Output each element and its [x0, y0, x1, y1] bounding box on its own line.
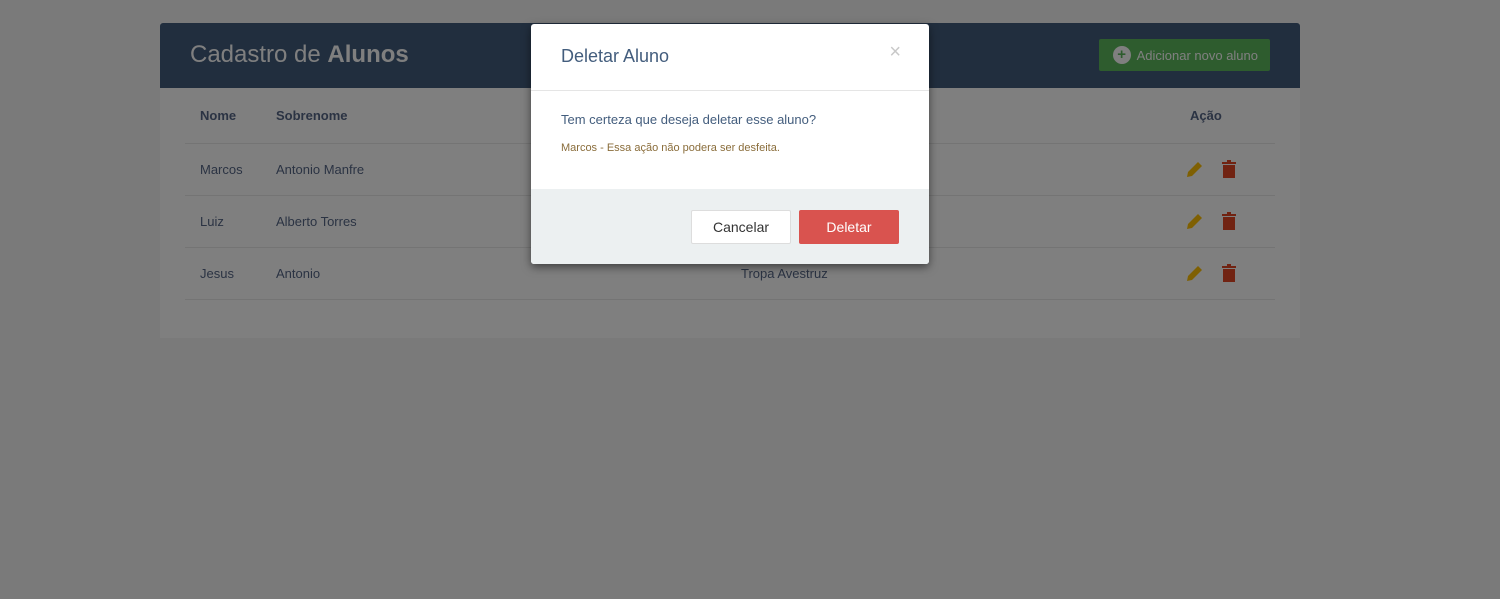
delete-button[interactable]: Deletar [799, 210, 899, 244]
close-icon[interactable]: × [889, 42, 901, 62]
modal-question: Tem certeza que deseja deletar esse alun… [561, 112, 817, 127]
modal-body: Tem certeza que deseja deletar esse alun… [531, 91, 929, 189]
cancel-button[interactable]: Cancelar [691, 210, 791, 244]
modal-title: Deletar Aluno [561, 46, 670, 66]
modal-footer: Cancelar Deletar [531, 189, 929, 264]
delete-student-modal: Deletar Aluno × Tem certeza que deseja d… [531, 24, 929, 264]
modal-warning: Marcos - Essa ação não podera ser desfei… [561, 142, 780, 154]
modal-header: Deletar Aluno × [531, 24, 929, 91]
